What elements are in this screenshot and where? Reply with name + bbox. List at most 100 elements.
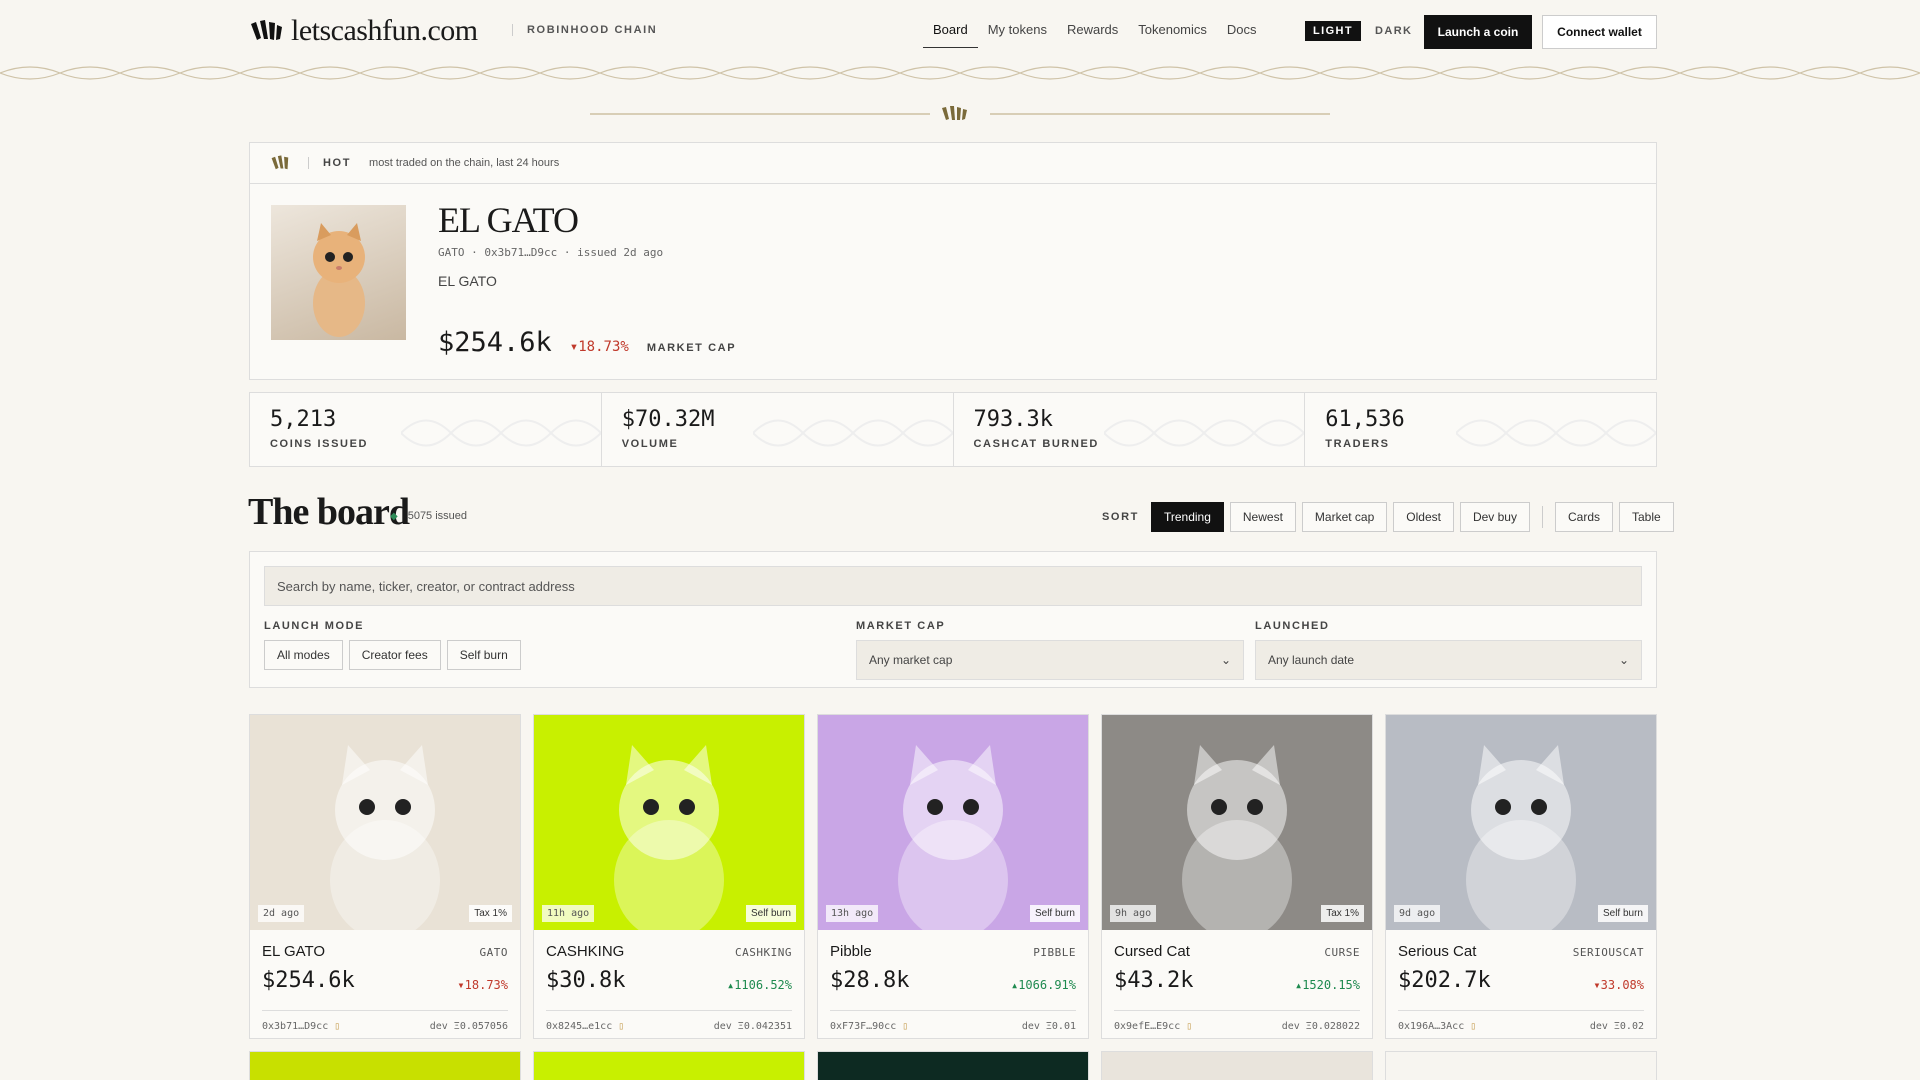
age-badge: 11h ago [542, 905, 595, 922]
search-input[interactable]: Search by name, ticker, creator, or cont… [264, 566, 1642, 606]
stat-traders: 61,536 TRADERS [1305, 393, 1656, 466]
status-dot-icon: ◆ [390, 510, 398, 522]
sort-dev-buy[interactable]: Dev buy [1459, 502, 1530, 532]
hot-label: HOT [308, 157, 351, 169]
chain-label: ROBINHOOD CHAIN [512, 24, 657, 36]
cat-icon [1182, 745, 1292, 930]
coin-name: CASHKING [546, 943, 625, 960]
mode-all[interactable]: All modes [264, 640, 343, 670]
sort-oldest[interactable]: Oldest [1393, 502, 1454, 532]
brand-name: letscashfun.com [291, 14, 478, 47]
coin-change: ▴1520.15% [1294, 978, 1360, 992]
coin-change: ▾18.73% [457, 978, 508, 992]
coin-image[interactable]: 11h ago Self burn [534, 715, 804, 930]
coin-change: ▾33.08% [1593, 978, 1644, 992]
coin-card[interactable] [249, 1051, 521, 1080]
market-cap-select[interactable]: Any market cap ⌄ [856, 640, 1244, 680]
dev-buy: dev Ξ0.028022 [1281, 1021, 1360, 1032]
stats-bar: 5,213 COINS ISSUED $70.32M VOLUME 793.3k… [249, 392, 1657, 467]
dev-buy: dev Ξ0.01 [1021, 1021, 1076, 1032]
coin-image[interactable]: 13h ago Self burn [818, 715, 1088, 930]
mode-self-burn[interactable]: Self burn [446, 640, 521, 670]
logo[interactable]: letscashfun.com [249, 14, 478, 48]
stat-label: VOLUME [621, 438, 679, 450]
kitten-icon [313, 223, 365, 337]
age-badge: 9h ago [1110, 905, 1157, 922]
address-text: 0xF73F…90cc [830, 1021, 897, 1032]
theme-toggle: LIGHT DARK [1305, 21, 1420, 41]
coin-address[interactable]: 0x3b71…D9cc ▯ [262, 1021, 340, 1032]
board-title: The board [248, 491, 410, 533]
coin-name: Serious Cat [1398, 943, 1477, 960]
launched-filter-label: LAUNCHED [1255, 620, 1330, 632]
mode-badge: Self burn [1029, 905, 1080, 922]
coin-image[interactable]: 9d ago Self burn [1386, 715, 1656, 930]
logo-icon [251, 20, 282, 40]
copy-icon[interactable]: ▯ [902, 1021, 908, 1032]
coin-image[interactable]: 9h ago Tax 1% [1102, 715, 1372, 930]
cat-icon [614, 745, 724, 930]
coin-ticker: GATO [479, 946, 508, 959]
coin-market-cap: $254.6k [262, 968, 355, 993]
coin-footer: 0x8245…e1cc ▯ dev Ξ0.042351 [546, 1010, 792, 1032]
coin-address[interactable]: 0x196A…3Acc ▯ [1398, 1021, 1476, 1032]
nav-rewards[interactable]: Rewards [1057, 16, 1128, 48]
sort-newest[interactable]: Newest [1229, 502, 1296, 532]
hot-coin-description: EL GATO [438, 273, 497, 289]
dev-buy: dev Ξ0.02 [1589, 1021, 1644, 1032]
sort-trending[interactable]: Trending [1150, 502, 1224, 532]
cat-icon [330, 745, 440, 930]
copy-icon[interactable]: ▯ [334, 1021, 340, 1032]
coin-name: Cursed Cat [1114, 943, 1190, 960]
coin-market-cap: $28.8k [830, 968, 910, 993]
coin-card[interactable]: 9h ago Tax 1% Cursed Cat CURSE $43.2k ▴1… [1101, 714, 1373, 1039]
launch-mode-label: LAUNCH MODE [264, 620, 365, 632]
coin-image[interactable]: 2d ago Tax 1% [250, 715, 520, 930]
copy-icon[interactable]: ▯ [618, 1021, 624, 1032]
coin-card[interactable] [1101, 1051, 1373, 1080]
mode-creator-fees[interactable]: Creator fees [348, 640, 441, 670]
sort-market-cap[interactable]: Market cap [1301, 502, 1388, 532]
mode-badge: Self burn [1597, 905, 1648, 922]
coin-address[interactable]: 0xF73F…90cc ▯ [830, 1021, 908, 1032]
main-nav: Board My tokens Rewards Tokenomics Docs [923, 16, 1267, 48]
coin-card[interactable]: 13h ago Self burn Pibble PIBBLE $28.8k ▴… [817, 714, 1089, 1039]
coin-card[interactable]: 9d ago Self burn Serious Cat SERIOUSCAT … [1385, 714, 1657, 1039]
age-badge: 13h ago [826, 905, 879, 922]
hot-cap-change: ▾18.73% [569, 339, 629, 355]
address-text: 0x8245…e1cc [546, 1021, 613, 1032]
nav-tokenomics[interactable]: Tokenomics [1128, 16, 1217, 48]
coin-market-cap: $202.7k [1398, 968, 1491, 993]
copy-icon[interactable]: ▯ [1470, 1021, 1476, 1032]
mode-badge: Tax 1% [469, 905, 512, 922]
copy-icon[interactable]: ▯ [1186, 1021, 1192, 1032]
theme-dark[interactable]: DARK [1367, 21, 1420, 41]
coin-ticker: SERIOUSCAT [1572, 946, 1644, 959]
coin-card[interactable]: 2d ago Tax 1% EL GATO GATO $254.6k ▾18.7… [249, 714, 521, 1039]
coin-address[interactable]: 0x9efE…E9cc ▯ [1114, 1021, 1192, 1032]
launched-select-value: Any launch date [1268, 653, 1355, 667]
cat-icon [898, 745, 1008, 930]
coin-card[interactable] [817, 1051, 1089, 1080]
view-table[interactable]: Table [1619, 502, 1674, 532]
coin-address[interactable]: 0x8245…e1cc ▯ [546, 1021, 624, 1032]
hot-coin-image[interactable] [271, 205, 406, 340]
coin-footer: 0x196A…3Acc ▯ dev Ξ0.02 [1398, 1010, 1644, 1032]
hot-cap-label: MARKET CAP [646, 342, 737, 354]
coin-footer: 0x9efE…E9cc ▯ dev Ξ0.028022 [1114, 1010, 1360, 1032]
board-count-text: 5075 issued [407, 510, 468, 522]
launched-select[interactable]: Any launch date ⌄ [1255, 640, 1642, 680]
nav-board[interactable]: Board [923, 16, 978, 48]
launch-coin-button[interactable]: Launch a coin [1424, 15, 1532, 49]
view-cards[interactable]: Cards [1554, 502, 1613, 532]
chevron-down-icon: ⌄ [1618, 653, 1629, 667]
nav-my-tokens[interactable]: My tokens [978, 16, 1057, 48]
coin-card[interactable] [533, 1051, 805, 1080]
ornament-divider [590, 106, 1330, 120]
nav-docs[interactable]: Docs [1217, 16, 1267, 48]
connect-wallet-button[interactable]: Connect wallet [1542, 15, 1657, 49]
decorative-wave [0, 66, 1920, 80]
coin-card[interactable] [1385, 1051, 1657, 1080]
coin-card[interactable]: 11h ago Self burn CASHKING CASHKING $30.… [533, 714, 805, 1039]
theme-light[interactable]: LIGHT [1305, 21, 1361, 41]
